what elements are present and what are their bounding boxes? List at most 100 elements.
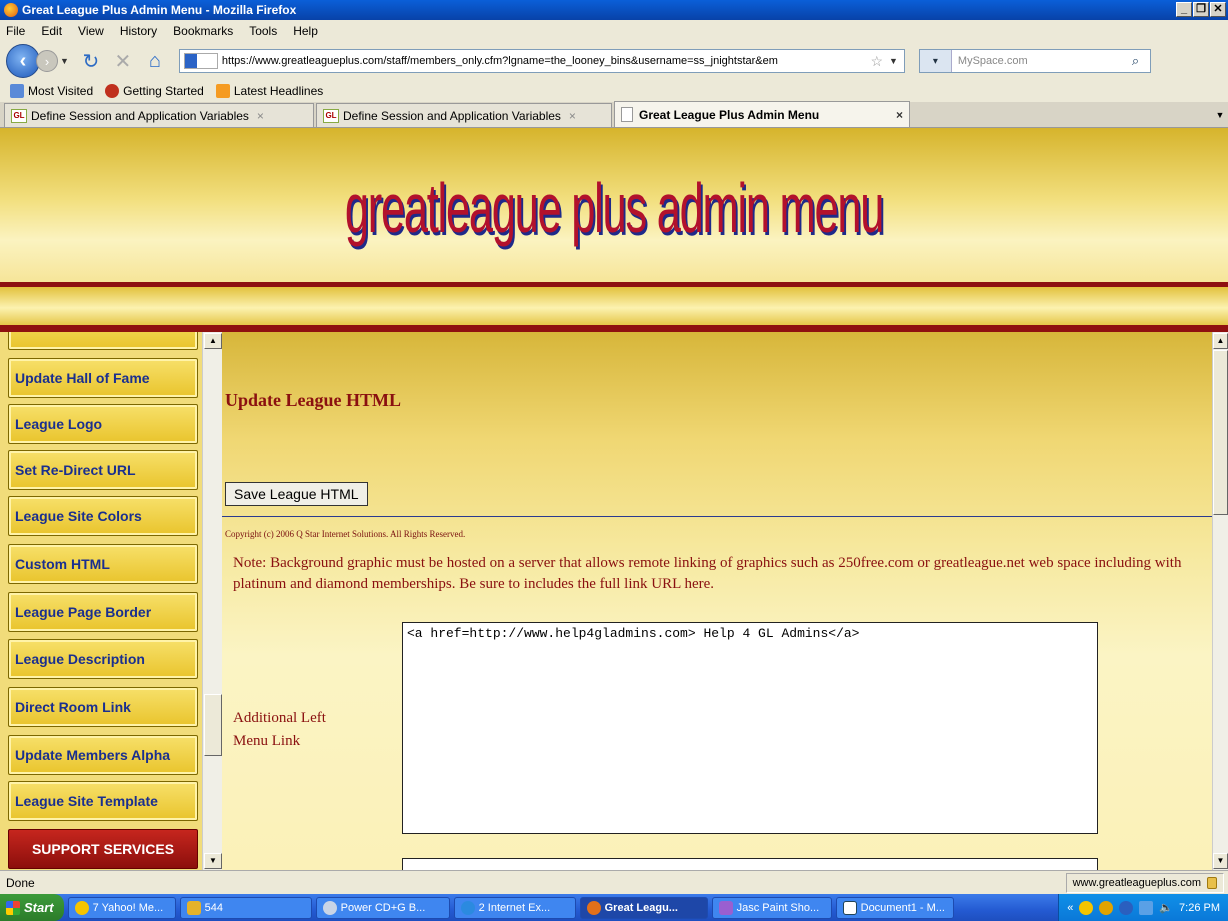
scroll-up-icon[interactable]: ▲ — [1213, 333, 1228, 349]
task-label: Jasc Paint Sho... — [736, 901, 820, 914]
menu-update-members-alpha[interactable]: Update Members Alpha — [8, 735, 198, 775]
menu-help[interactable]: Help — [293, 24, 318, 38]
start-button[interactable]: Start — [0, 894, 64, 921]
tab-define-session-2[interactable]: GL Define Session and Application Variab… — [316, 103, 612, 127]
window-title-bar[interactable]: Great League Plus Admin Menu - Mozilla F… — [0, 0, 1228, 20]
history-dropdown-icon[interactable]: ▼ — [60, 56, 69, 66]
tab-list-icon[interactable]: ▼ — [1212, 103, 1228, 127]
site-identity-icon[interactable] — [183, 53, 218, 69]
window-controls: _ ❐ ✕ — [1176, 2, 1226, 17]
task-label: Great Leagu... — [604, 901, 678, 914]
scroll-up-icon[interactable]: ▲ — [204, 333, 222, 349]
task-jasc-paint-shop[interactable]: Jasc Paint Sho... — [711, 896, 832, 919]
tab-close-icon[interactable]: × — [896, 108, 903, 122]
cd-icon — [322, 900, 337, 915]
copyright-text: Copyright (c) 2006 Q Star Internet Solut… — [225, 529, 466, 539]
bookmark-label: Getting Started — [123, 84, 204, 98]
menu-support-services[interactable]: SUPPORT SERVICES — [8, 829, 198, 869]
network-icon[interactable] — [1139, 900, 1154, 915]
tab-label: Great League Plus Admin Menu — [639, 107, 820, 122]
yahoo-icon — [74, 900, 89, 915]
search-engine-icon[interactable]: ▾ — [919, 50, 952, 72]
menu-item-partial[interactable] — [8, 332, 198, 350]
tab-close-icon[interactable]: × — [257, 109, 264, 123]
navigation-toolbar: ‹ › ▼ ↻ ✕ ⌂ https://www.greatleagueplus.… — [0, 42, 1228, 80]
tray-app-icon[interactable] — [1079, 900, 1094, 915]
menu-league-page-border[interactable]: League Page Border — [8, 592, 198, 632]
menu-file[interactable]: File — [6, 24, 25, 38]
banner-band — [0, 287, 1228, 325]
start-label: Start — [24, 900, 54, 915]
additional-left-menu-link-textarea[interactable]: <a href=http://www.help4gladmins.com> He… — [402, 622, 1098, 834]
menu-view[interactable]: View — [78, 24, 104, 38]
save-league-html-button[interactable]: Save League HTML — [225, 482, 368, 506]
clock[interactable]: 7:26 PM — [1179, 902, 1220, 914]
next-textarea[interactable] — [402, 858, 1098, 870]
forward-button[interactable]: › — [36, 50, 58, 72]
menu-custom-html[interactable]: Custom HTML — [8, 544, 198, 584]
page-heading: Update League HTML — [225, 390, 402, 410]
task-power-cdg[interactable]: Power CD+G B... — [315, 896, 450, 919]
tab-define-session-1[interactable]: GL Define Session and Application Variab… — [4, 103, 314, 127]
page-banner: greatleague plus admin menu — [0, 128, 1228, 332]
task-label: Document1 - M... — [860, 901, 945, 914]
getting-started-icon — [105, 84, 120, 98]
status-site-label: www.greatleagueplus.com — [1072, 876, 1201, 889]
task-label: Power CD+G B... — [340, 901, 426, 914]
menu-direct-room-link[interactable]: Direct Room Link — [8, 687, 198, 727]
menu-league-description[interactable]: League Description — [8, 639, 198, 679]
left-frame-scrollbar[interactable]: ▲ ▼ — [202, 332, 222, 870]
most-visited-icon — [10, 84, 24, 98]
menu-bookmarks[interactable]: Bookmarks — [173, 24, 233, 38]
system-tray: « 🔈 7:26 PM — [1058, 894, 1228, 921]
ie-icon — [460, 900, 475, 915]
scroll-thumb[interactable] — [204, 694, 222, 756]
tray-expand-icon[interactable]: « — [1067, 902, 1073, 914]
menu-set-redirect-url[interactable]: Set Re-Direct URL — [8, 450, 198, 490]
minimize-button[interactable]: _ — [1176, 2, 1192, 17]
bookmark-star-icon[interactable]: ☆ — [870, 53, 883, 70]
main-content-frame: Update League HTML Save League HTML Copy… — [222, 332, 1212, 870]
menu-edit[interactable]: Edit — [41, 24, 62, 38]
scroll-down-icon[interactable]: ▼ — [1213, 853, 1228, 869]
close-button[interactable]: ✕ — [1210, 2, 1226, 17]
home-icon[interactable]: ⌂ — [143, 49, 167, 73]
bookmark-latest-headlines[interactable]: Latest Headlines — [215, 84, 323, 98]
menu-league-site-template[interactable]: League Site Template — [8, 781, 198, 821]
lock-icon[interactable] — [1207, 876, 1217, 889]
reload-icon[interactable]: ↻ — [79, 49, 103, 73]
tab-admin-menu[interactable]: Great League Plus Admin Menu × — [614, 101, 910, 127]
url-dropdown-icon[interactable]: ▼ — [889, 56, 898, 66]
status-bar: Done www.greatleagueplus.com — [0, 870, 1228, 894]
menu-league-site-colors[interactable]: League Site Colors — [8, 496, 198, 536]
scroll-down-icon[interactable]: ▼ — [204, 853, 222, 869]
menu-league-logo[interactable]: League Logo — [8, 404, 198, 444]
task-544[interactable]: 544 — [179, 896, 312, 919]
main-frame-scrollbar[interactable]: ▲ ▼ — [1212, 332, 1228, 870]
left-menu-frame: Update Hall of Fame League Logo Set Re-D… — [0, 332, 222, 870]
search-bar[interactable]: ▾ MySpace.com ⌕ — [918, 49, 1151, 73]
stop-icon[interactable]: ✕ — [111, 49, 135, 73]
back-button[interactable]: ‹ — [6, 44, 40, 78]
status-text: Done — [6, 875, 35, 890]
task-yahoo-messenger[interactable]: 7 Yahoo! Me... — [67, 896, 176, 919]
scroll-thumb[interactable] — [1213, 350, 1228, 515]
maximize-button[interactable]: ❐ — [1193, 2, 1209, 17]
task-label: 544 — [204, 901, 223, 914]
bookmark-getting-started[interactable]: Getting Started — [105, 84, 204, 98]
menu-update-hall-of-fame[interactable]: Update Hall of Fame — [8, 358, 198, 398]
task-document1[interactable]: Document1 - M... — [835, 896, 954, 919]
menu-history[interactable]: History — [120, 24, 157, 38]
url-bar[interactable]: https://www.greatleagueplus.com/staff/me… — [178, 49, 905, 73]
task-great-league[interactable]: Great Leagu... — [579, 896, 708, 919]
menu-tools[interactable]: Tools — [249, 24, 277, 38]
additional-left-menu-link-label: Additional Left Menu Link — [233, 710, 326, 749]
tray-app-icon[interactable] — [1119, 900, 1134, 915]
volume-icon[interactable]: 🔈 — [1159, 901, 1173, 914]
taskbar: Start 7 Yahoo! Me... 544 Power CD+G B...… — [0, 894, 1228, 921]
bookmark-most-visited[interactable]: Most Visited — [10, 84, 93, 98]
tab-close-icon[interactable]: × — [569, 109, 576, 123]
task-internet-explorer[interactable]: 2 Internet Ex... — [453, 896, 576, 919]
search-icon[interactable]: ⌕ — [1132, 53, 1150, 69]
tray-app-icon[interactable] — [1099, 900, 1114, 915]
